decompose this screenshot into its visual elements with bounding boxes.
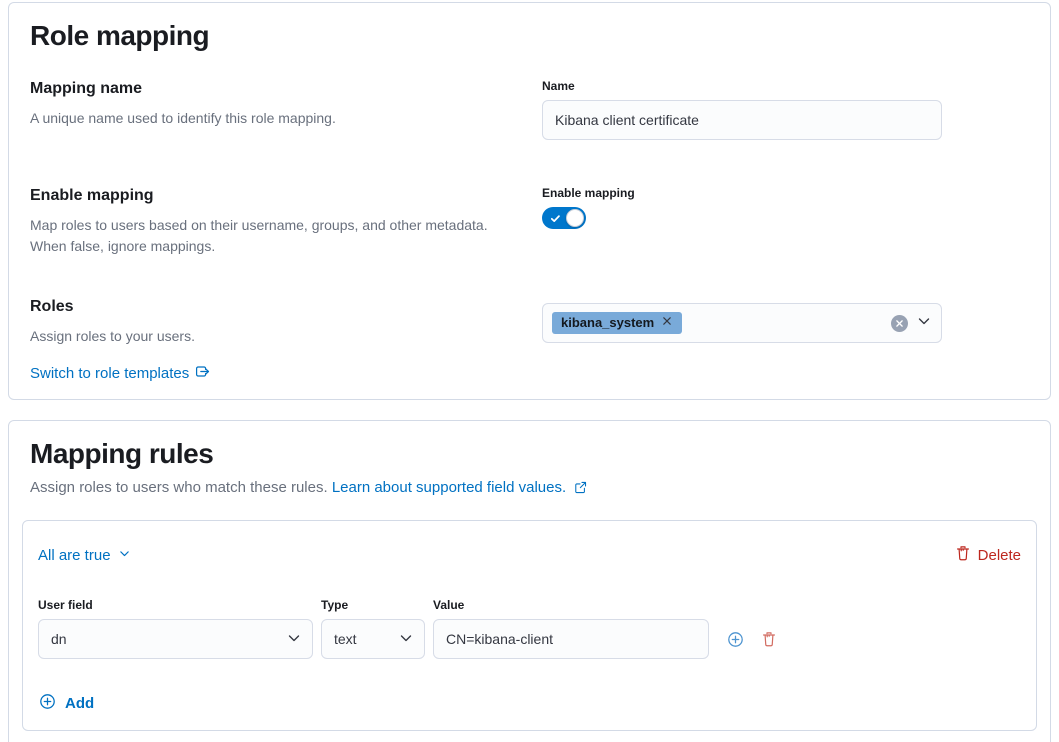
name-input[interactable] xyxy=(542,100,942,140)
user-field-label: User field xyxy=(38,598,313,613)
mapping-name-description: A unique name used to identify this role… xyxy=(30,108,518,129)
delete-rule-icon-button[interactable] xyxy=(755,625,783,653)
chevron-down-icon xyxy=(398,630,414,649)
type-select[interactable]: text xyxy=(321,619,425,659)
mapping-name-row: Mapping name A unique name used to ident… xyxy=(30,79,1037,140)
mapping-rules-panel: Mapping rules Assign roles to users who … xyxy=(8,420,1051,742)
remove-role-icon[interactable] xyxy=(661,315,673,331)
plus-in-circle-icon xyxy=(39,693,56,714)
role-badge-label: kibana_system xyxy=(561,315,654,331)
rule-row: User field dn Type text Value xyxy=(38,598,1021,659)
rule-group-panel: All are true Delete User field dn xyxy=(22,520,1037,731)
page-title: Role mapping xyxy=(30,19,1037,53)
mapping-rules-title: Mapping rules xyxy=(30,437,1037,471)
type-field-label: Type xyxy=(321,598,425,613)
chevron-down-icon xyxy=(118,547,131,564)
user-field-select[interactable]: dn xyxy=(38,619,313,659)
trash-icon xyxy=(955,545,971,565)
value-field-label: Value xyxy=(433,598,709,613)
roles-heading: Roles xyxy=(30,297,518,317)
mapping-name-heading: Mapping name xyxy=(30,79,518,99)
field-values-docs-link[interactable]: Learn about supported field values. xyxy=(332,479,571,496)
value-input[interactable] xyxy=(433,619,709,659)
chevron-down-icon xyxy=(286,630,302,649)
add-rule-button[interactable]: Add xyxy=(39,693,94,714)
roles-row: Roles Assign roles to your users. Switch… xyxy=(30,297,1037,383)
toggle-knob xyxy=(566,209,584,227)
delete-rule-group-button[interactable]: Delete xyxy=(955,545,1021,565)
enable-mapping-description: Map roles to users based on their userna… xyxy=(30,215,518,257)
condition-dropdown-button[interactable]: All are true xyxy=(38,547,131,564)
enable-mapping-toggle[interactable] xyxy=(542,207,586,229)
role-mapping-panel: Role mapping Mapping name A unique name … xyxy=(8,2,1051,400)
switch-to-role-templates-link[interactable]: Switch to role templates xyxy=(30,364,210,383)
check-icon xyxy=(549,212,562,230)
enable-mapping-toggle-label: Enable mapping xyxy=(542,186,942,201)
mapping-rules-subtitle: Assign roles to users who match these ru… xyxy=(30,477,1037,501)
chevron-down-icon[interactable] xyxy=(916,313,932,334)
clear-roles-icon[interactable] xyxy=(891,315,908,332)
external-link-icon xyxy=(574,479,587,501)
role-badge[interactable]: kibana_system xyxy=(552,312,682,334)
name-field-label: Name xyxy=(542,79,942,94)
roles-description: Assign roles to your users. xyxy=(30,326,518,347)
input-output-icon xyxy=(195,364,210,383)
enable-mapping-row: Enable mapping Map roles to users based … xyxy=(30,186,1037,257)
add-rule-icon-button[interactable] xyxy=(721,625,749,653)
roles-combobox[interactable]: kibana_system xyxy=(542,303,942,343)
enable-mapping-heading: Enable mapping xyxy=(30,186,518,206)
